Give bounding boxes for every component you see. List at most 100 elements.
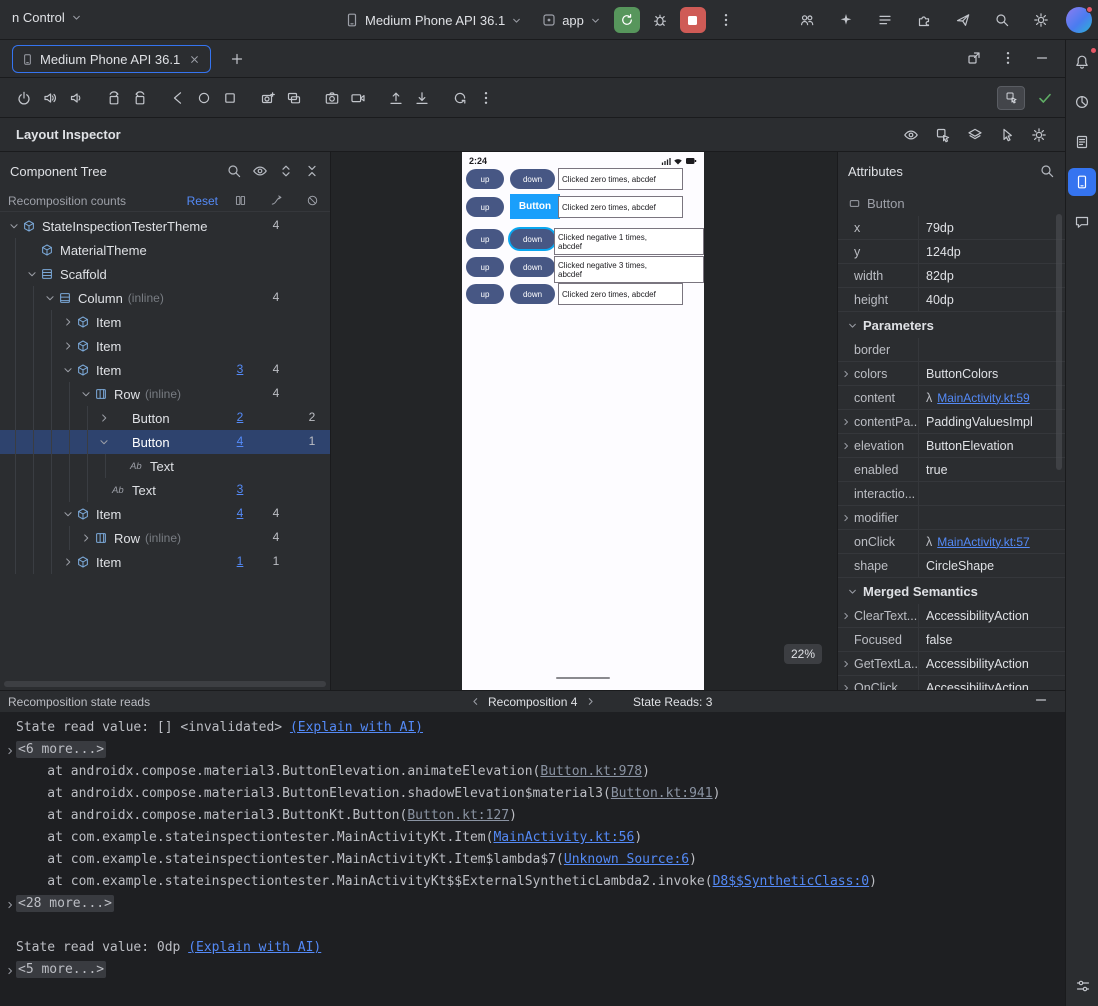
tree-expander-icon[interactable]: [24, 266, 40, 282]
attr-row-contentpa[interactable]: contentPa... PaddingValuesImpl: [838, 410, 1065, 434]
attr-expander-icon[interactable]: [838, 368, 854, 380]
tree-node-text[interactable]: Ab Text 3: [0, 478, 330, 502]
recomposition-count[interactable]: 3: [225, 482, 255, 496]
vcs-widget[interactable]: n Control: [6, 6, 89, 29]
reset-counts-link[interactable]: Reset: [187, 194, 218, 208]
console-fold-line[interactable]: <6 more...>: [8, 739, 1065, 761]
attr-row-gettextla[interactable]: GetTextLa... AccessibilityAction: [838, 652, 1065, 676]
tree-search-button[interactable]: [226, 163, 242, 179]
screenshot-button[interactable]: [256, 86, 280, 110]
tree-expander-icon[interactable]: [60, 338, 76, 354]
attr-row-content[interactable]: content λ MainActivity.kt:59: [838, 386, 1065, 410]
pick-element-button[interactable]: [933, 125, 953, 145]
fold-expander-icon[interactable]: [4, 963, 16, 980]
device-selector[interactable]: Medium Phone API 36.1: [338, 8, 529, 32]
tree-expander-icon[interactable]: [78, 530, 94, 546]
device-text-field[interactable]: Clicked zero times, abcdef: [558, 168, 683, 190]
attr-expander-icon[interactable]: [838, 682, 854, 690]
inspector-settings-button[interactable]: [1029, 125, 1049, 145]
stop-button[interactable]: [679, 7, 706, 33]
rerun-app-button[interactable]: [613, 7, 640, 33]
device-up-button[interactable]: up: [466, 257, 504, 277]
profiler-button[interactable]: [1068, 88, 1096, 116]
device-down-button[interactable]: down: [510, 257, 555, 277]
hide-panel-button[interactable]: [1031, 47, 1053, 69]
console-link[interactable]: Button.kt:127: [407, 808, 509, 823]
counts-column-icon[interactable]: [225, 194, 255, 207]
home-button[interactable]: [192, 86, 216, 110]
tree-node-text[interactable]: Ab Text: [0, 454, 330, 478]
tree-node-button[interactable]: Button 4 1: [0, 430, 330, 454]
popout-window-button[interactable]: [963, 47, 985, 69]
tree-visibility-button[interactable]: [252, 163, 268, 179]
recents-button[interactable]: [218, 86, 242, 110]
tree-node-item[interactable]: Item 4 4: [0, 502, 330, 526]
fold-expander-icon[interactable]: [4, 743, 16, 765]
attr-row-height[interactable]: height 40dp: [838, 288, 1065, 312]
tree-expander-icon[interactable]: [96, 434, 112, 450]
attr-row-enabled[interactable]: enabled true: [838, 458, 1065, 482]
console-link[interactable]: Unknown Source:6: [564, 852, 689, 867]
attr-source-link[interactable]: MainActivity.kt:59: [937, 391, 1029, 405]
tree-expander-icon[interactable]: [60, 554, 76, 570]
recomposition-count[interactable]: 4: [225, 506, 255, 520]
device-up-button[interactable]: up: [466, 284, 504, 304]
multi-display-button[interactable]: [282, 86, 306, 110]
tree-node-scaffold[interactable]: Scaffold: [0, 262, 330, 286]
attr-source-link[interactable]: MainActivity.kt:57: [937, 535, 1029, 549]
live-updates-button[interactable]: [901, 125, 921, 145]
device-text-field[interactable]: Clicked negative 1 times, abcdef: [554, 228, 704, 255]
fold-expander-icon[interactable]: [4, 897, 16, 919]
layout-inspector-toggle-button[interactable]: [997, 85, 1025, 110]
tree-expander-icon[interactable]: [42, 290, 58, 306]
run-config-selector[interactable]: app: [535, 8, 608, 32]
previous-recomposition-button[interactable]: [466, 693, 484, 711]
device-tab[interactable]: Medium Phone API 36.1: [12, 45, 212, 73]
console-link[interactable]: (Explain with AI): [188, 940, 321, 955]
collapse-all-button[interactable]: [304, 163, 320, 179]
device-nav-handle[interactable]: [556, 676, 610, 679]
recomposition-count[interactable]: 2: [225, 410, 255, 424]
screen-layout-button[interactable]: [1069, 972, 1097, 1000]
device-text-field[interactable]: Clicked negative 3 times, abcdef: [554, 256, 704, 283]
recomposition-count[interactable]: 1: [225, 554, 255, 568]
ai-actions-button[interactable]: [832, 6, 860, 34]
settings-button[interactable]: [1027, 6, 1055, 34]
attr-row-x[interactable]: x 79dp: [838, 216, 1065, 240]
device-up-button[interactable]: up: [466, 229, 504, 249]
tree-node-item[interactable]: Item 3 4: [0, 358, 330, 382]
debug-button[interactable]: [646, 6, 674, 34]
console-fold-line[interactable]: <5 more...>: [8, 959, 1065, 980]
device-text-field[interactable]: Clicked zero times, abcdef: [558, 283, 683, 305]
tree-node-item[interactable]: Item: [0, 310, 330, 334]
attr-row-y[interactable]: y 124dp: [838, 240, 1065, 264]
attr-row-focused[interactable]: Focused false: [838, 628, 1065, 652]
running-devices-button[interactable]: [1068, 168, 1096, 196]
device-up-button[interactable]: up: [466, 197, 504, 217]
tree-expander-icon[interactable]: [60, 506, 76, 522]
tree-expander-icon[interactable]: [78, 386, 94, 402]
tree-node-materialtheme[interactable]: MaterialTheme: [0, 238, 330, 262]
3d-mode-button[interactable]: [965, 125, 985, 145]
plugins-button[interactable]: [910, 6, 938, 34]
minimize-console-button[interactable]: [1033, 692, 1049, 711]
tree-expander-icon[interactable]: [60, 314, 76, 330]
screen-record-button[interactable]: [346, 86, 370, 110]
tree-node-item[interactable]: Item: [0, 334, 330, 358]
tree-expander-icon[interactable]: [6, 218, 22, 234]
attr-expander-icon[interactable]: [838, 610, 854, 622]
attr-row-cleartext[interactable]: ClearText... AccessibilityAction: [838, 604, 1065, 628]
volume-up-button[interactable]: [38, 86, 62, 110]
attr-row-onclick[interactable]: OnClick AccessibilityAction: [838, 676, 1065, 690]
save-snapshot-button[interactable]: [410, 86, 434, 110]
attr-row-border[interactable]: border: [838, 338, 1065, 362]
attr-section-merged-semantics[interactable]: Merged Semantics: [838, 578, 1065, 604]
tab-options-button[interactable]: [997, 47, 1019, 69]
attr-row-interactio[interactable]: interactio...: [838, 482, 1065, 506]
attr-row-colors[interactable]: colors ButtonColors: [838, 362, 1065, 386]
tree-node-button[interactable]: Button 2 2: [0, 406, 330, 430]
restore-button[interactable]: [448, 86, 472, 110]
tree-node-row[interactable]: Row (inline) 4: [0, 382, 330, 406]
attr-row-elevation[interactable]: elevation ButtonElevation: [838, 434, 1065, 458]
attributes-scrollbar[interactable]: [1056, 214, 1062, 470]
